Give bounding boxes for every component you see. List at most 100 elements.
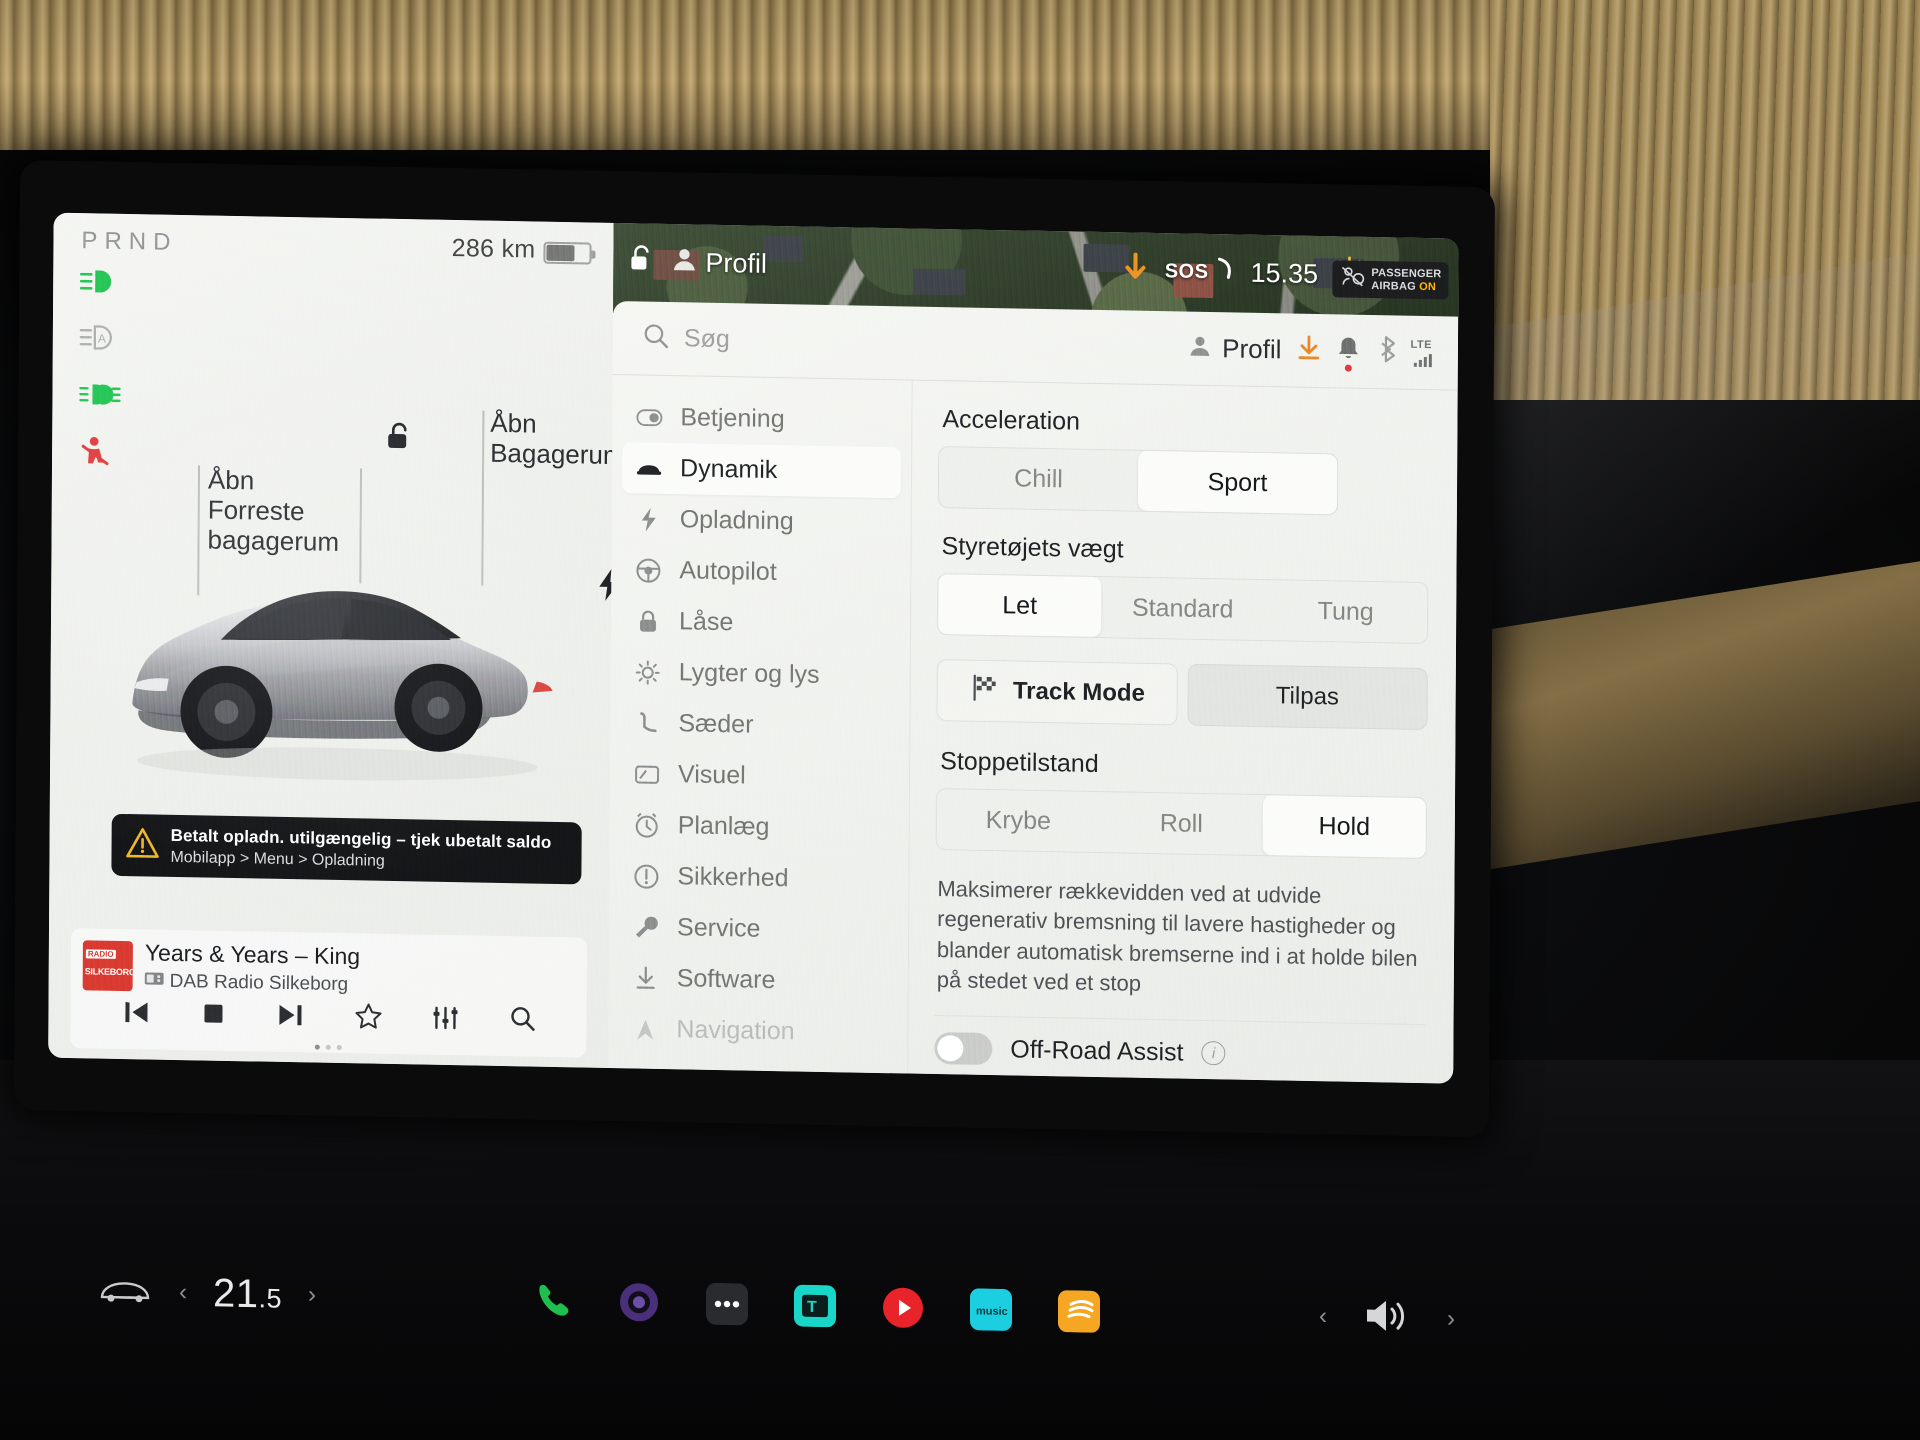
settings-panel[interactable]: Søg Profil LTE Betjening Dynamik Opladni… <box>608 300 1459 1084</box>
mode-buttons-row[interactable]: Track Mode Tilpas <box>936 659 1428 731</box>
steering-option-tung[interactable]: Tung <box>1264 580 1427 643</box>
off-road-assist-toggle[interactable] <box>934 1032 993 1066</box>
profile-label: Profil <box>1222 333 1282 365</box>
svg-text:music: music <box>976 1305 1008 1318</box>
sidebar-label: Opladning <box>679 505 794 536</box>
profile-avatar-icon <box>671 246 697 279</box>
download-icon[interactable] <box>1295 334 1321 367</box>
steering-option-standard[interactable]: Standard <box>1101 577 1264 640</box>
unlock-icon[interactable] <box>382 419 416 459</box>
media-player-card[interactable]: RADIO SILKEBORG Years & Years – King DAB… <box>70 928 588 1058</box>
sidebar-item-service[interactable]: Service <box>619 901 898 957</box>
high-beam-icon <box>79 267 121 296</box>
previous-track-button[interactable] <box>121 998 151 1030</box>
acceleration-option-sport[interactable]: Sport <box>1137 450 1338 515</box>
stopping-mode-title: Stoppetilstand <box>940 747 1099 779</box>
acceleration-option-chill[interactable]: Chill <box>939 447 1138 511</box>
connectivity-indicator[interactable]: LTE <box>1410 338 1433 367</box>
sidebar-item-sikkerhed[interactable]: Sikkerhed <box>619 850 898 906</box>
sidebar-item-software[interactable]: Software <box>619 952 898 1008</box>
screen-content[interactable]: PRND 286 km A Åbn Forreste bagagerum Åbn… <box>48 212 1459 1084</box>
stop-button[interactable] <box>200 1000 226 1031</box>
gear-indicator: PRND <box>81 227 178 256</box>
lock-status-icon[interactable] <box>627 243 655 281</box>
equalizer-button[interactable] <box>431 1004 459 1036</box>
sidebar-item-laase[interactable]: Låse <box>621 595 900 651</box>
youtube-icon[interactable] <box>878 1282 928 1333</box>
bell-icon[interactable] <box>1335 334 1360 372</box>
stopping-mode-segmented-control[interactable]: Krybe Roll Hold <box>935 788 1428 860</box>
steering-title: Styretøjets vægt <box>941 532 1124 564</box>
camera-icon[interactable] <box>614 1277 664 1328</box>
more-dots-icon[interactable] <box>702 1279 752 1330</box>
sidebar-label: Autopilot <box>679 556 777 587</box>
navigation-arrow-icon <box>632 1017 658 1041</box>
off-road-assist-row[interactable]: Off-Road Assist i <box>934 1032 1425 1073</box>
dab-icon <box>144 970 164 992</box>
trunk-label[interactable]: Åbn Bagagerum <box>490 408 625 471</box>
next-track-button[interactable] <box>275 1001 305 1033</box>
navigate-down-icon[interactable] <box>1123 252 1149 289</box>
airbag-line2: AIRBAG <box>1371 279 1416 293</box>
stopping-mode-option-roll[interactable]: Roll <box>1100 792 1263 855</box>
steering-segmented-control[interactable]: Let Standard Tung <box>937 573 1429 645</box>
range-readout: 286 km <box>451 233 536 264</box>
steering-option-let[interactable]: Let <box>938 574 1102 638</box>
album-line1: RADIO <box>85 948 116 959</box>
tesla-touchscreen[interactable]: PRND 286 km A Åbn Forreste bagagerum Åbn… <box>13 160 1496 1138</box>
media-search-button[interactable] <box>508 1005 536 1038</box>
sidebar-item-navigation[interactable]: Navigation <box>618 1003 897 1059</box>
temperature-decrease-button[interactable]: ‹ <box>179 1279 187 1307</box>
off-road-assist-label: Off-Road Assist <box>1010 1035 1184 1067</box>
sidebar-item-saeder[interactable]: Sæder <box>620 697 899 753</box>
network-type-label: LTE <box>1410 338 1433 351</box>
sos-button[interactable]: SOS <box>1165 256 1235 288</box>
sidebar-label: Sæder <box>678 709 754 739</box>
stopping-mode-option-hold[interactable]: Hold <box>1262 795 1427 859</box>
theater-icon[interactable]: T <box>790 1280 840 1331</box>
airbag-state: ON <box>1419 280 1437 293</box>
sidebar-label: Sikkerhed <box>677 862 789 893</box>
climate-temperature[interactable]: 21.5 <box>213 1271 282 1317</box>
stopping-mode-option-krybe[interactable]: Krybe <box>937 789 1100 852</box>
sidebar-item-lygter-og-lys[interactable]: Lygter og lys <box>621 646 900 702</box>
status-profile[interactable]: Profil <box>671 246 767 281</box>
favorite-star-button[interactable] <box>354 1002 382 1035</box>
sidebar-item-betjening[interactable]: Betjening <box>622 391 901 447</box>
track-mode-button[interactable]: Track Mode <box>936 659 1178 726</box>
clock[interactable]: 15.35 <box>1250 257 1318 289</box>
vehicle-controls-icon[interactable] <box>97 1272 153 1310</box>
volume-icon[interactable] <box>1361 1295 1413 1341</box>
volume-increase-button[interactable]: › <box>1447 1305 1455 1333</box>
charging-alert-banner[interactable]: Betalt opladn. utilgængelig – tjek ubeta… <box>111 813 582 885</box>
volume-decrease-button[interactable]: ‹ <box>1319 1303 1327 1331</box>
customize-button[interactable]: Tilpas <box>1186 663 1428 731</box>
sidebar-item-planlaeg[interactable]: Planlæg <box>620 799 899 855</box>
page-dot-2 <box>325 1044 331 1050</box>
settings-nav-list[interactable]: Betjening Dynamik Opladning Autopilot Lå… <box>608 374 913 1074</box>
right-pane[interactable]: Profil SOS 15.35 19°C <box>608 222 1459 1084</box>
sidebar-item-autopilot[interactable]: Autopilot <box>621 544 900 600</box>
bluetooth-icon[interactable] <box>1374 335 1396 368</box>
svg-text:T: T <box>807 1299 817 1316</box>
sidebar-item-visuel[interactable]: Visuel <box>620 748 899 804</box>
phone-icon[interactable] <box>526 1275 576 1326</box>
wrench-icon <box>633 914 659 940</box>
sidebar-item-dynamik[interactable]: Dynamik <box>621 442 902 499</box>
exclamation-circle-icon <box>633 863 659 889</box>
acceleration-segmented-control[interactable]: Chill Sport <box>937 446 1339 516</box>
dynamik-settings-content[interactable]: Acceleration Chill Sport Styretøjets væg… <box>908 381 1458 1084</box>
profile-button[interactable]: Profil <box>1188 333 1282 366</box>
light-icon <box>635 659 661 685</box>
alert-title: Betalt opladn. utilgængelig – tjek ubeta… <box>170 825 552 852</box>
search-icon[interactable] <box>643 322 670 354</box>
temperature-increase-button[interactable]: › <box>308 1281 316 1309</box>
info-icon[interactable]: i <box>1201 1041 1226 1066</box>
sidebar-item-opladning[interactable]: Opladning <box>622 493 901 549</box>
track-mode-label: Track Mode <box>1012 677 1146 707</box>
music-icon[interactable]: music <box>966 1284 1016 1335</box>
search-input[interactable]: Søg <box>684 324 730 354</box>
spotify-icon[interactable] <box>1054 1286 1104 1337</box>
auto-high-beam-icon: A <box>79 323 121 352</box>
sos-swoosh-icon <box>1216 257 1234 288</box>
